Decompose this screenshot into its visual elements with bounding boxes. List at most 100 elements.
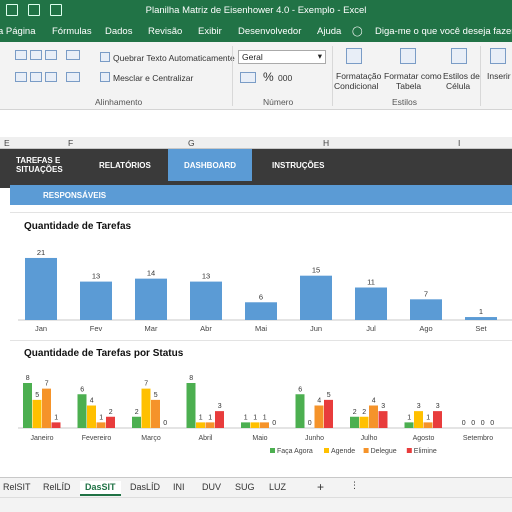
column-header-e[interactable]: E [4,138,10,148]
ribbon: Quebrar Texto Automaticamente Mesclar e … [0,42,512,110]
indent-icon[interactable] [66,72,80,82]
sheet-tab-duv[interactable]: DUV [197,481,226,496]
chart2-bar [106,416,115,428]
cell-styles-icon [451,48,467,64]
column-header-f[interactable]: F [68,138,73,148]
chart2-bar [23,383,32,428]
chart-card-tasks: Quantidade de Tarefas 21 Jan 13 Fev 14 Mar 13 A… [10,212,512,338]
group-alignment-label: Alinhamento [95,97,143,107]
chart2-data-label: 4 [90,398,94,405]
chart2-legend-label: Agende [331,448,355,455]
chart2-legend-swatch [270,448,275,453]
wrap-text-icon [100,52,110,62]
tell-me-box[interactable]: Diga-me o que você deseja fazer [375,26,512,37]
chart2-data-label: 2 [353,409,357,416]
chart2-bar [96,422,106,428]
column-header-g[interactable]: G [188,138,195,148]
chart2-tick-label: Agosto [413,435,435,442]
chart2-bar [423,422,433,428]
chart1-data-label: 15 [312,266,320,275]
currency-icon[interactable] [240,72,256,83]
sheet-tab-ini[interactable]: INI [168,481,190,496]
chart2-data-label: 6 [298,386,302,393]
align-bottom-left-icon[interactable] [15,72,27,82]
merge-center-button[interactable]: Mesclar e Centralizar [113,73,193,83]
tab-view[interactable]: Exibir [198,26,222,37]
chart2-data-label: 6 [80,386,84,393]
chart1-tick-label: Set [475,324,487,333]
align-left-icon[interactable] [15,50,27,60]
chart2-data-label: 5 [154,392,158,399]
sheet-tab-luz[interactable]: LUZ [264,481,291,496]
ribbon-tab-bar: a Página Fórmulas Dados Revisão Exibir D… [0,22,512,42]
insert-button[interactable]: Inserir [487,71,511,81]
nav-tasks-situations[interactable]: TAREFAS E SITUAÇÕES [16,149,63,181]
chart2-data-label: 0 [462,420,466,427]
chart1-bar-set [465,317,497,320]
cell-styles-button[interactable]: Estilos de [443,71,480,81]
tab-page-layout[interactable]: a Página [0,26,36,37]
wrap-text-button[interactable]: Quebrar Texto Automaticamente [113,53,235,63]
responsaveis-bar: RESPONSÁVEIS [10,185,512,205]
nav-dashboard[interactable]: DASHBOARD [168,149,252,181]
align-right-icon[interactable] [45,50,57,60]
align-bottom-center-icon[interactable] [30,72,42,82]
chart1-tick-label: Abr [200,324,212,333]
chart2-data-label: 5 [35,392,39,399]
chart2-bar [87,405,96,428]
chart2-data-label: 1 [199,414,203,421]
align-bottom-right-icon[interactable] [45,72,57,82]
format-as-table-button[interactable]: Formatar como [384,71,442,81]
chart1-data-label: 6 [259,292,263,301]
chart2-data-label: 0 [163,420,167,427]
chart1-tick-label: Fev [90,324,103,333]
sheet-tab-relsit[interactable]: RelSIT [0,481,36,496]
chart2-bar [324,399,333,428]
tab-data[interactable]: Dados [105,26,132,37]
chart1-bar-ago [410,299,442,320]
tab-developer[interactable]: Desenvolvedor [238,26,301,37]
group-styles-label: Estilos [392,97,418,107]
nav-responsaveis[interactable]: RESPONSÁVEIS [43,191,106,200]
chart2-tick-label: Abril [198,435,212,442]
nav-instructions[interactable]: INSTRUÇÕES [272,149,324,181]
window-title: Planilha Matriz de Eisenhower 4.0 - Exem… [145,5,367,16]
sheet-tab-sug[interactable]: SUG [230,481,260,496]
align-center-icon[interactable] [30,50,42,60]
chart2-bar [404,422,414,428]
tab-help[interactable]: Ajuda [317,26,341,37]
add-sheet-button[interactable]: + [312,479,329,494]
chart1-data-label: 1 [479,307,483,316]
number-format-select[interactable]: Geral ▾ [238,50,326,64]
sheet-tab-dassit[interactable]: DasSIT [80,481,121,496]
chart1-data-label: 7 [424,289,428,298]
chart2-data-label: 1 [208,414,212,421]
chart-tasks-by-status: 8571Janeiro6412Fevereiro2750Março81 13Abr… [18,375,512,455]
chart2-data-label: 0 [308,420,312,427]
column-header-i[interactable]: I [458,138,460,148]
chart2-data-label: 2 [362,409,366,416]
format-as-table-label-2: Tabela [396,81,422,91]
lightbulb-icon: ◯ [352,26,363,37]
chart2-bar [314,405,324,428]
orientation-icon[interactable] [66,50,80,60]
chart2-tick-label: Fevereiro [82,435,112,442]
chart2-data-label: 8 [189,375,193,382]
insert-cells-icon [490,48,506,64]
tab-review[interactable]: Revisão [148,26,182,37]
column-header-h[interactable]: H [323,138,329,148]
thousands-button[interactable]: 000 [278,73,292,83]
chart2-tick-label: Março [141,435,161,442]
chart1-data-label: 13 [202,272,210,281]
status-bar [0,497,512,512]
tab-formulas[interactable]: Fórmulas [52,26,92,37]
conditional-formatting-button[interactable]: Formatação [336,71,381,81]
nav-tasks-line2: SITUAÇÕES [16,165,63,174]
chart2-bar [151,399,160,428]
nav-reports[interactable]: RELATÓRIOS [99,149,151,181]
more-options-icon[interactable]: ⋮ [345,479,364,494]
sheet-tab-rellid[interactable]: RelLÍD [38,481,76,496]
sheet-tab-daslid[interactable]: DasLÍD [125,481,165,496]
chart2-bar [250,422,260,428]
percent-button[interactable]: % [263,70,274,84]
